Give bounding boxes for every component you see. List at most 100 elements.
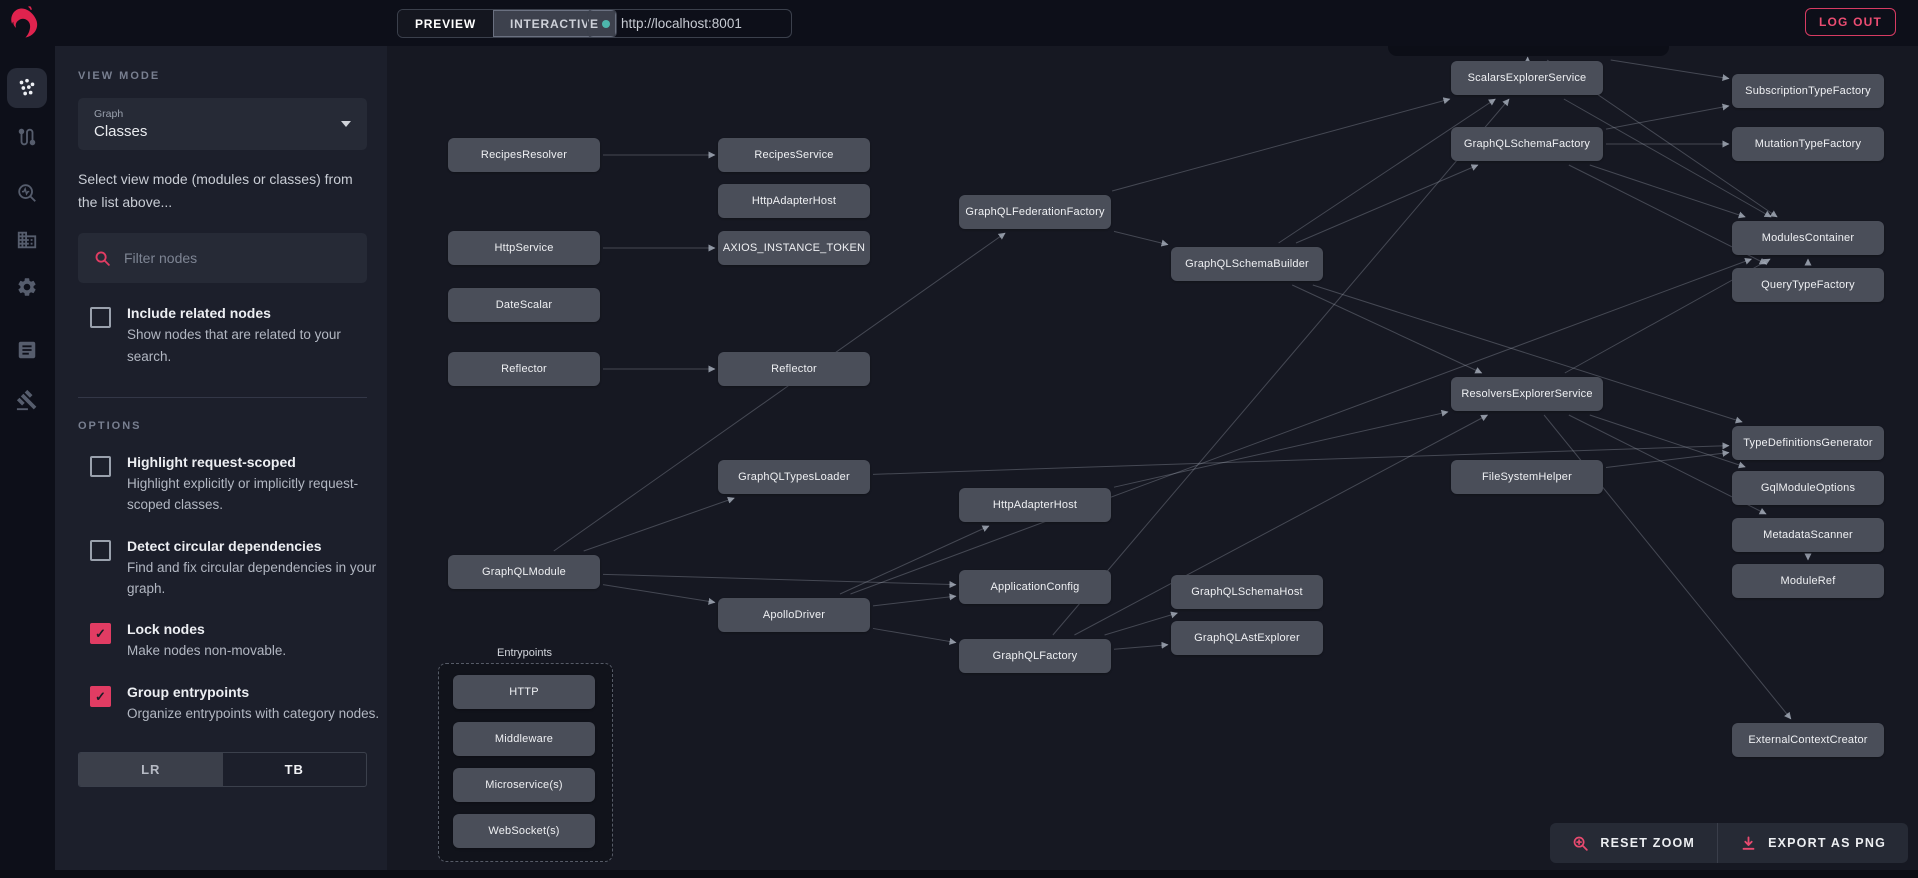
option-highlight-request-scoped: Highlight request-scopedHighlight explic… [78, 454, 367, 516]
graph-node[interactable]: AXIOS_INSTANCE_TOKEN [718, 231, 870, 265]
nav-audit[interactable] [7, 380, 47, 420]
option-highlight-request-scoped-title: Highlight request-scoped [127, 454, 380, 470]
graph-node[interactable]: GraphQLModule [448, 555, 600, 589]
filter-input[interactable]: Filter nodes [78, 233, 367, 283]
graph-node[interactable]: RecipesResolver [448, 138, 600, 172]
filter-placeholder: Filter nodes [124, 250, 197, 266]
graph-node[interactable]: QueryTypeFactory [1732, 268, 1884, 302]
url-text: http://localhost:8001 [621, 16, 742, 31]
nav-inspect[interactable] [7, 173, 47, 213]
graph-node[interactable]: DateScalar [448, 288, 600, 322]
include-related-option-description: Show nodes that are related to your sear… [127, 324, 380, 367]
select-value: Classes [94, 123, 147, 140]
building-icon [16, 229, 38, 251]
option-detect-circular-title: Detect circular dependencies [127, 538, 380, 554]
layout-lr-button[interactable]: LR [79, 753, 223, 786]
graph-node[interactable]: GraphQLFactory [959, 639, 1111, 673]
graph-node[interactable]: FileSystemHelper [1451, 460, 1603, 494]
chevron-down-icon [341, 121, 351, 127]
option-group-entrypoints: ✓Group entrypointsOrganize entrypoints w… [78, 684, 367, 724]
graph-node[interactable]: GraphQLAstExplorer [1171, 621, 1323, 655]
options-section: Highlight request-scopedHighlight explic… [78, 454, 367, 724]
graph-edges [387, 46, 1918, 870]
gear-icon [16, 276, 38, 298]
view-mode-select[interactable]: Graph Classes [78, 98, 367, 150]
graph-node[interactable]: MetadataScanner [1732, 518, 1884, 552]
route-icon [16, 126, 38, 148]
article-icon [16, 339, 38, 361]
search-icon [94, 250, 111, 267]
option-lock-nodes-checkbox[interactable]: ✓ [90, 623, 111, 644]
graph-node[interactable]: GraphQLSchemaFactory [1451, 127, 1603, 161]
graph-node[interactable]: RecipesService [718, 138, 870, 172]
scatter-plot-icon [16, 77, 38, 99]
graph-node[interactable]: WebSocket(s) [453, 814, 595, 848]
status-dot [602, 20, 610, 28]
option-group-entrypoints-checkbox[interactable]: ✓ [90, 686, 111, 707]
view-mode-heading: VIEW MODE [78, 70, 367, 82]
option-group-entrypoints-title: Group entrypoints [127, 684, 380, 700]
graph-node[interactable]: ModuleRef [1732, 564, 1884, 598]
graph-node[interactable]: GraphQLSchemaBuilder [1171, 247, 1323, 281]
option-group-entrypoints-description: Organize entrypoints with category nodes… [127, 703, 380, 724]
include-related-option-checkbox[interactable] [90, 307, 111, 328]
graph-node[interactable]: GraphQLTypesLoader [718, 460, 870, 494]
sidebar-divider [78, 397, 367, 398]
preview-interactive-tabs: PREVIEW INTERACTIVE [397, 9, 617, 38]
graph-node[interactable]: ResolversExplorerService [1451, 377, 1603, 411]
graph-node[interactable]: MutationTypeFactory [1732, 127, 1884, 161]
logout-button[interactable]: LOG OUT [1805, 8, 1896, 36]
zoom-reset-icon [1572, 835, 1589, 852]
top-bar: PREVIEW INTERACTIVE http://localhost:800… [0, 0, 1918, 46]
graph-node[interactable]: ApplicationConfig [959, 570, 1111, 604]
graph-node[interactable]: GraphQLFederationFactory [959, 195, 1111, 229]
option-lock-nodes: ✓Lock nodesMake nodes non-movable. [78, 621, 367, 661]
graph-node[interactable]: HttpAdapterHost [959, 488, 1111, 522]
graph-node[interactable]: Reflector [448, 352, 600, 386]
nav-modules[interactable] [7, 220, 47, 260]
option-detect-circular-checkbox[interactable] [90, 540, 111, 561]
helper-text: Select view mode (modules or classes) fr… [78, 168, 374, 213]
nav-graph[interactable] [7, 68, 47, 108]
nav-docs[interactable] [7, 330, 47, 370]
clipped-node[interactable] [1388, 46, 1669, 56]
options-heading: OPTIONS [78, 420, 367, 432]
export-png-label: EXPORT AS PNG [1768, 836, 1886, 850]
nav-routes[interactable] [7, 117, 47, 157]
download-icon [1740, 835, 1757, 852]
option-detect-circular: Detect circular dependenciesFind and fix… [78, 538, 367, 600]
graph-node[interactable]: HttpService [448, 231, 600, 265]
graph-canvas[interactable]: Entrypoints RecipesResolverHttpServiceDa… [387, 46, 1918, 870]
search-activity-icon [16, 182, 38, 204]
option-lock-nodes-title: Lock nodes [127, 621, 380, 637]
reset-zoom-button[interactable]: RESET ZOOM [1550, 823, 1717, 863]
bottom-edge-strip [0, 870, 1918, 878]
graph-node[interactable]: ExternalContextCreator [1732, 723, 1884, 757]
graph-node[interactable]: TypeDefinitionsGenerator [1732, 426, 1884, 460]
graph-node[interactable]: ApolloDriver [718, 598, 870, 632]
option-highlight-request-scoped-checkbox[interactable] [90, 456, 111, 477]
graph-node[interactable]: Microservice(s) [453, 768, 595, 802]
layout-tb-button[interactable]: TB [223, 753, 367, 786]
gavel-icon [16, 389, 38, 411]
graph-node[interactable]: GqlModuleOptions [1732, 471, 1884, 505]
graph-node[interactable]: Reflector [718, 352, 870, 386]
option-highlight-request-scoped-description: Highlight explicitly or implicitly reque… [127, 473, 380, 516]
layout-direction-toggle: LR TB [78, 752, 367, 787]
select-label: Graph [94, 108, 147, 120]
tab-preview[interactable]: PREVIEW [398, 10, 493, 37]
graph-node[interactable]: HTTP [453, 675, 595, 709]
graph-node[interactable]: GraphQLSchemaHost [1171, 575, 1323, 609]
graph-node[interactable]: HttpAdapterHost [718, 184, 870, 218]
graph-node[interactable]: ModulesContainer [1732, 221, 1884, 255]
graph-node[interactable]: SubscriptionTypeFactory [1732, 74, 1884, 108]
graph-node[interactable]: ScalarsExplorerService [1451, 61, 1603, 95]
url-input[interactable]: http://localhost:8001 [587, 9, 792, 38]
export-png-button[interactable]: EXPORT AS PNG [1717, 823, 1908, 863]
graph-node[interactable]: Middleware [453, 722, 595, 756]
nestjs-logo [10, 6, 44, 40]
reset-zoom-label: RESET ZOOM [1600, 836, 1695, 850]
option-lock-nodes-description: Make nodes non-movable. [127, 640, 380, 661]
include-related-option-title: Include related nodes [127, 305, 380, 321]
nav-settings[interactable] [7, 267, 47, 307]
